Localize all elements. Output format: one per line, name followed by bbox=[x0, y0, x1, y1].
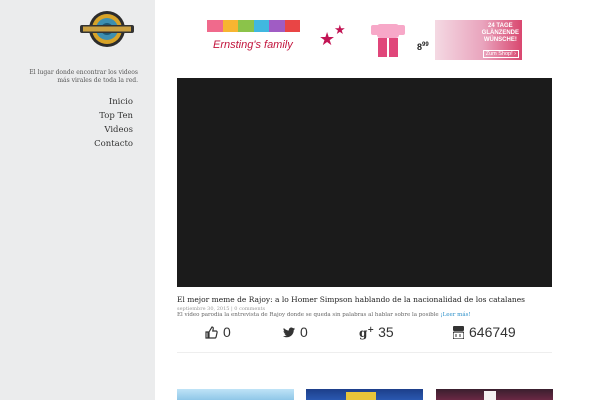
ad-brand: Ernsting's family bbox=[213, 39, 293, 51]
divider bbox=[177, 352, 552, 353]
tweets-stat[interactable]: 0 bbox=[283, 324, 308, 340]
youtube-stat[interactable]: 646749 bbox=[453, 324, 516, 340]
video-thumbnail[interactable] bbox=[436, 389, 553, 400]
ad-promo[interactable]: 24 TAGE GLÄNZENDE WÜNSCHE! Zum Shop! › bbox=[435, 20, 522, 60]
post-title[interactable]: El mejor meme de Rajoy: a lo Homer Simps… bbox=[177, 295, 525, 304]
thumbnail-figure bbox=[346, 392, 376, 400]
star-icon: ★ bbox=[319, 29, 336, 50]
menu-item-contacto[interactable]: Contacto bbox=[94, 137, 133, 151]
youtube-views-count: 646749 bbox=[469, 324, 516, 340]
menu-item-videos[interactable]: Videos bbox=[94, 123, 133, 137]
post-excerpt: El vídeo parodia la entrevista de Rajoy … bbox=[177, 312, 471, 318]
main-menu: Inicio Top Ten Videos Contacto bbox=[94, 95, 133, 151]
gplus-stat[interactable]: g+ 35 bbox=[359, 324, 394, 340]
video-thumbnail[interactable] bbox=[177, 389, 294, 400]
star-icon: ★ bbox=[334, 23, 346, 38]
site-logo-badge-icon[interactable] bbox=[77, 9, 137, 49]
site-tagline: El lugar donde encontrar los videos más … bbox=[29, 69, 138, 84]
brand-stripes bbox=[207, 20, 300, 32]
video-thumbnail[interactable] bbox=[306, 389, 423, 400]
video-player[interactable] bbox=[177, 78, 552, 287]
pajamas-icon bbox=[371, 24, 405, 57]
menu-item-top-ten[interactable]: Top Ten bbox=[94, 109, 133, 123]
promo-text: 24 TAGE GLÄNZENDE WÜNSCHE! bbox=[481, 23, 519, 43]
gplus-count: 35 bbox=[378, 324, 394, 340]
youtube-icon bbox=[453, 325, 464, 339]
likes-stat[interactable]: 0 bbox=[205, 324, 231, 340]
google-plus-icon: g+ bbox=[359, 324, 375, 340]
ad-shop-button[interactable]: Zum Shop! › bbox=[482, 50, 519, 58]
ad-banner[interactable]: Ernsting's family ★ ★ 899 24 TAGE GLÄNZE… bbox=[207, 20, 522, 60]
menu-item-inicio[interactable]: Inicio bbox=[94, 95, 133, 109]
ad-price: 899 bbox=[417, 42, 429, 52]
excerpt-text: El vídeo parodia la entrevista de Rajoy … bbox=[177, 312, 439, 318]
twitter-bird-icon bbox=[283, 327, 295, 337]
thumbnail-figure bbox=[484, 391, 496, 400]
sidebar: El lugar donde encontrar los videos más … bbox=[0, 0, 155, 400]
read-more-link[interactable]: ¡Leer más! bbox=[440, 312, 470, 318]
likes-count: 0 bbox=[223, 324, 231, 340]
social-stats: 0 0 g+ 35 646749 bbox=[177, 324, 552, 346]
thumbs-up-icon bbox=[205, 325, 218, 339]
tweets-count: 0 bbox=[300, 324, 308, 340]
